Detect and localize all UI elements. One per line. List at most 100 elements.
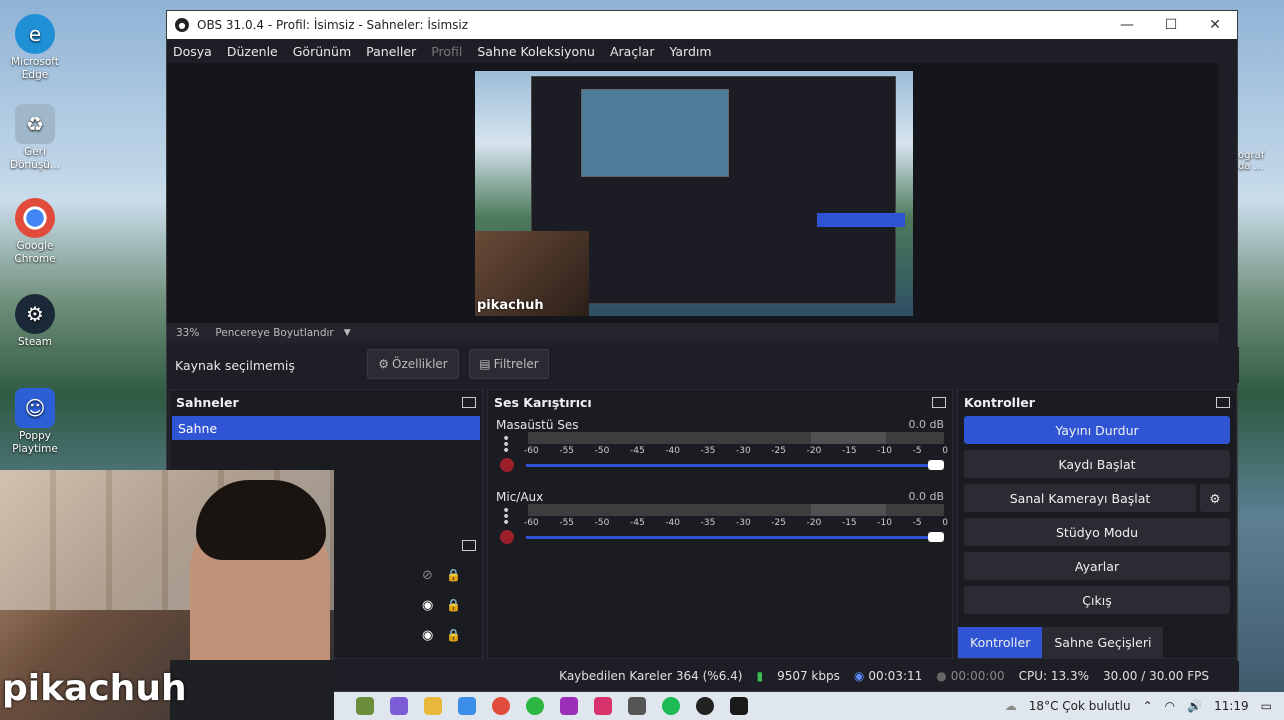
studio-mode-button[interactable]: Stüdyo Modu [964,518,1230,546]
source-toolbar: Kaynak seçilmemiş ⚙ Özellikler ▤ Filtrel… [167,347,1239,383]
mixer-dock-header: Ses Karıştırıcı [488,390,952,414]
undock-icon[interactable] [1216,396,1230,408]
chevron-up-icon[interactable]: ⌃ [1143,699,1153,713]
volume-slider[interactable] [526,464,944,467]
tick-label: -10 [877,446,892,456]
poppy-playtime-icon: ☺ [15,388,55,428]
close-icon[interactable]: ✕ [1193,17,1237,33]
clock[interactable]: 11:19 [1214,699,1249,713]
chevron-down-icon[interactable]: ▼ [344,328,351,338]
sources-dock-partial: ⊘ 🔒 ◉ 🔒 ◉ 🔒 [336,534,482,658]
desktop-icon-chrome[interactable]: Google Chrome [6,198,64,266]
menu-tools[interactable]: Araçlar [610,44,655,59]
title-bar: ● OBS 31.0.4 - Profil: İsimsiz - Sahnele… [167,11,1237,39]
weather-text[interactable]: 18°C Çok bulutlu [1029,699,1131,713]
webcam-person-hair [196,480,326,560]
volume-slider[interactable] [526,536,944,539]
lock-icon[interactable]: 🔒 [446,568,461,582]
tick-label: -35 [700,446,716,456]
volume-slider-handle[interactable] [928,532,944,542]
minimize-icon[interactable]: — [1105,17,1149,33]
kebab-menu-icon[interactable]: • • • [502,432,510,458]
menu-scene-collection[interactable]: Sahne Koleksiyonu [477,44,595,59]
start-virtual-camera-button[interactable]: Sanal Kamerayı Başlat [964,484,1196,512]
settings-button[interactable]: Ayarlar [964,552,1230,580]
undock-icon[interactable] [462,540,476,551]
chrome-icon[interactable] [492,697,510,715]
volume-meter [528,504,944,516]
start-recording-button[interactable]: Kaydı Başlat [964,450,1230,478]
signal-bars-icon: ▮ [756,669,764,683]
menu-help[interactable]: Yardım [669,44,711,59]
eye-icon[interactable]: ◉ [422,628,433,643]
desktop-icon-edge[interactable]: e Microsoft Edge [6,14,64,82]
app-icon[interactable] [628,697,646,715]
zoom-mode[interactable]: Pencereye Boyutlandır [215,327,333,339]
desktop-icon-label: Microsoft Edge [11,56,59,81]
scene-item[interactable]: Sahne [172,416,480,440]
weather-icon[interactable]: ☁ [1005,699,1017,713]
tab-controls[interactable]: Kontroller [958,627,1043,658]
obs-icon[interactable] [696,697,714,715]
capcut-icon[interactable] [560,697,578,715]
menu-docks[interactable]: Paneller [366,44,416,59]
visibility-hidden-icon[interactable]: ⊘ [422,568,433,583]
tab-scene-transitions[interactable]: Sahne Geçişleri [1042,627,1164,658]
desktop-icon-recycle-bin[interactable]: ♻ Geri Dönüşü... [6,104,64,172]
undock-icon[interactable] [932,396,946,408]
filters-button[interactable]: ▤ Filtreler [469,349,549,379]
eye-icon[interactable]: ◉ [422,598,433,613]
desktop-icon-label: Poppy Playtime [12,430,58,455]
mute-icon[interactable] [500,458,514,472]
maximize-icon[interactable]: ☐ [1149,17,1193,33]
fps: 30.00 / 30.00 FPS [1103,669,1209,683]
terminal-icon[interactable] [730,697,748,715]
exit-button[interactable]: Çıkış [964,586,1230,614]
webcam-overlay: pikachuh [0,470,334,720]
properties-button[interactable]: ⚙ Özellikler [367,349,459,379]
lock-icon[interactable]: 🔒 [446,628,461,642]
tick-label: -20 [806,446,822,456]
volume-slider-handle[interactable] [928,460,944,470]
stream-time: 00:03:11 [868,669,923,683]
menu-edit[interactable]: Düzenle [227,44,278,59]
menu-file[interactable]: Dosya [173,44,212,59]
copilot-icon[interactable] [390,697,408,715]
preview-overlay-text: pikachuh [477,298,544,313]
lock-icon[interactable]: 🔒 [446,598,461,612]
kebab-menu-icon[interactable]: • • • [502,504,510,530]
notification-icon[interactable]: ▭ [1261,699,1272,713]
desktop-icon-poppy-playtime[interactable]: ☺ Poppy Playtime [6,388,64,456]
virtual-camera-settings-button[interactable]: ⚙ [1200,484,1230,512]
scene-item-label: Sahne [178,420,218,436]
mixer-title: Ses Karıştırıcı [494,394,592,410]
volume-icon[interactable]: 🔊 [1187,699,1202,713]
menu-profile[interactable]: Profil [431,44,462,59]
dropped-frames: Kaybedilen Kareler 364 (%6.4) [559,669,743,683]
mixer-channel-mic: Mic/Aux 0.0 dB • • • -60 -55 -50 -45 -40 -… [488,486,952,558]
meter-ticks: -60 -55 -50 -45 -40 -35 -30 -25 -20 -15 … [524,518,948,528]
obs-logo-icon: ● [175,18,189,32]
wifi-icon[interactable]: ◠ [1165,699,1175,713]
window-title: OBS 31.0.4 - Profil: İsimsiz - Sahneler:… [197,18,469,32]
tick-label: -25 [771,518,786,528]
folder-icon[interactable] [424,697,442,715]
channel-db: 0.0 dB [908,418,944,431]
instagram-icon[interactable] [594,697,612,715]
menu-view[interactable]: Görünüm [293,44,351,59]
channel-name: Masaüstü Ses [496,418,579,432]
tick-label: -40 [665,446,681,456]
store-icon[interactable] [458,697,476,715]
desktop-icon-partial[interactable]: ograf da ... [1238,150,1284,172]
source-status: Kaynak seçilmemiş [175,357,295,373]
edge-icon: e [15,14,55,54]
whatsapp-icon[interactable] [526,697,544,715]
desktop-icon-steam[interactable]: ⚙ Steam [6,294,64,349]
spotify-icon[interactable] [662,697,680,715]
minecraft-icon[interactable] [356,697,374,715]
tick-label: 0 [942,518,948,528]
undock-icon[interactable] [462,396,476,408]
mute-icon[interactable] [500,530,514,544]
stop-streaming-button[interactable]: Yayını Durdur [964,416,1230,444]
program-preview[interactable]: pikachuh [475,71,913,316]
